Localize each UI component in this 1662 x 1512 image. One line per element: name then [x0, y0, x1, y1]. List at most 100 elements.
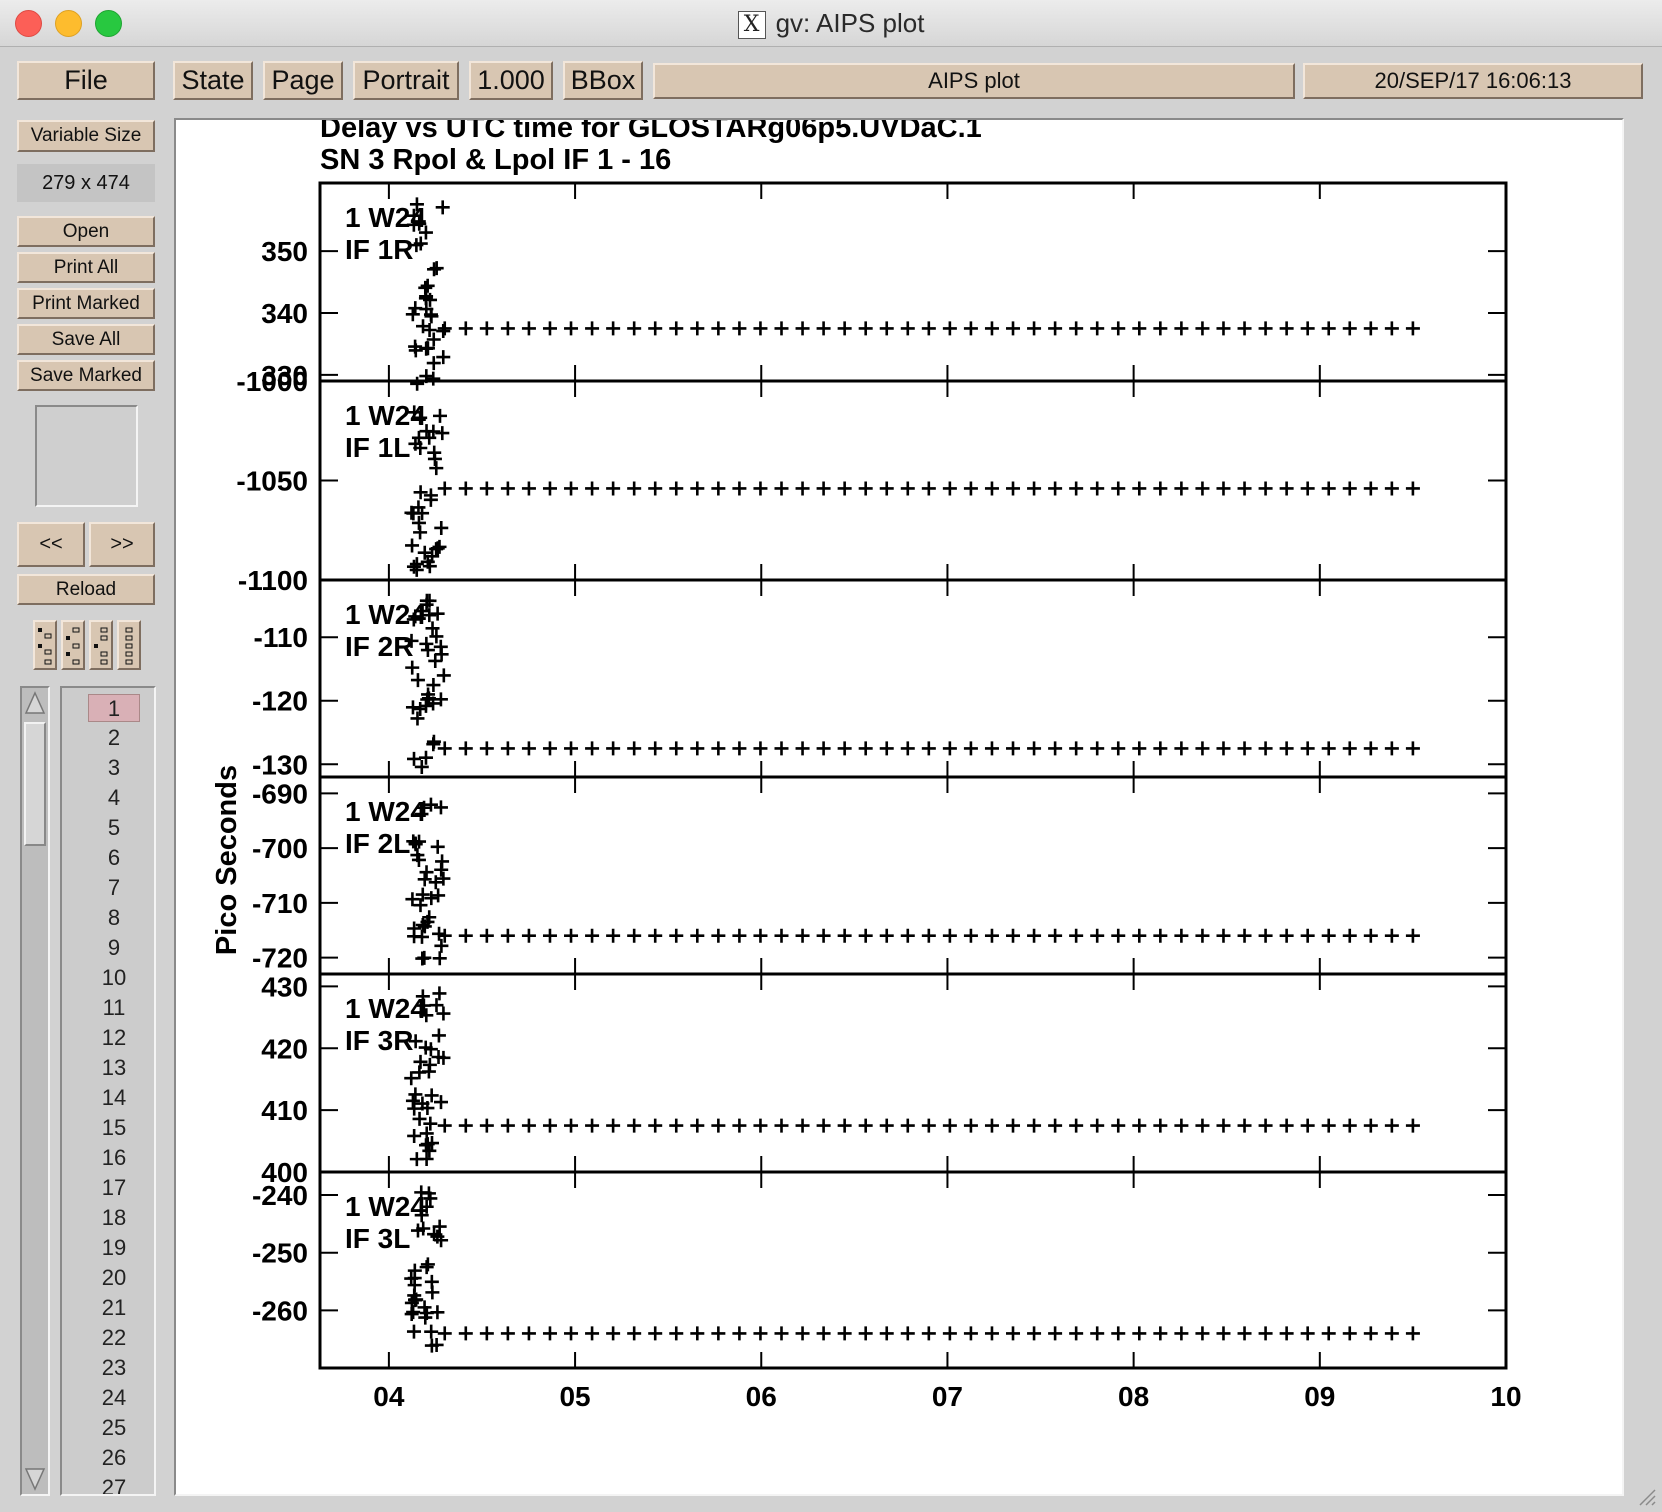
page-list-item[interactable]: 20	[88, 1264, 140, 1292]
unmark-all-pages-icon[interactable]	[117, 620, 141, 670]
data-point	[606, 928, 621, 943]
data-point	[479, 321, 494, 336]
data-point	[521, 481, 536, 496]
data-point	[921, 741, 936, 756]
data-point	[732, 741, 747, 756]
data-point	[837, 741, 852, 756]
file-menu-button[interactable]: File	[17, 61, 155, 100]
orientation-menu-button[interactable]: Portrait	[353, 61, 459, 100]
page-list-item[interactable]: 9	[88, 934, 140, 962]
data-point	[1258, 481, 1273, 496]
scroll-down-arrow-icon[interactable]	[24, 1466, 46, 1492]
reload-button[interactable]: Reload	[17, 574, 155, 605]
data-point	[732, 928, 747, 943]
x-tick-label: 10	[1490, 1381, 1521, 1412]
page-list-item[interactable]: 8	[88, 904, 140, 932]
page-list-item[interactable]: 14	[88, 1084, 140, 1112]
data-point	[426, 371, 441, 386]
data-point	[942, 741, 957, 756]
page-list-item[interactable]: 16	[88, 1144, 140, 1172]
data-point	[963, 321, 978, 336]
page-list-item[interactable]: 24	[88, 1384, 140, 1412]
page-list-item[interactable]: 22	[88, 1324, 140, 1352]
data-point	[1216, 928, 1231, 943]
magnification-menu-button[interactable]: 1.000	[469, 61, 553, 100]
data-point	[434, 938, 449, 953]
page-list-item[interactable]: 25	[88, 1414, 140, 1442]
data-point	[1132, 928, 1147, 943]
page-list-item[interactable]: 18	[88, 1204, 140, 1232]
data-point	[1216, 1118, 1231, 1133]
window-title: Xgv: AIPS plot	[0, 8, 1662, 40]
toggle-current-page-icon[interactable]	[89, 620, 113, 670]
data-point	[424, 1274, 439, 1289]
page-list-item[interactable]: 27	[88, 1474, 140, 1494]
data-point	[479, 1118, 494, 1133]
page-list-item[interactable]: 1	[88, 694, 140, 722]
page-list-scrollbar[interactable]	[20, 686, 50, 1496]
data-point	[1300, 321, 1315, 336]
page-list-item[interactable]: 10	[88, 964, 140, 992]
data-point	[1237, 1326, 1252, 1341]
data-point	[627, 928, 642, 943]
page-list-item[interactable]: 5	[88, 814, 140, 842]
page-list-item[interactable]: 6	[88, 844, 140, 872]
save-marked-button[interactable]: Save Marked	[17, 360, 155, 391]
page-list[interactable]: 1 2 3 4 5 6 7 8 9 10 11 12 13 14 15 16 17 18 19 20 21 22 23 24 2…	[60, 686, 156, 1496]
data-point	[408, 837, 423, 852]
page-thumbnail-panner[interactable]	[35, 405, 138, 507]
save-all-button[interactable]: Save All	[17, 324, 155, 355]
previous-page-button[interactable]: <<	[17, 522, 85, 567]
print-all-button[interactable]: Print All	[17, 252, 155, 283]
data-point	[1300, 741, 1315, 756]
data-point	[1132, 321, 1147, 336]
page-list-item[interactable]: 17	[88, 1174, 140, 1202]
page-list-item[interactable]: 13	[88, 1054, 140, 1082]
data-point	[458, 928, 473, 943]
page-list-item[interactable]: 23	[88, 1354, 140, 1382]
data-point	[1090, 1326, 1105, 1341]
page-list-item[interactable]: 21	[88, 1294, 140, 1322]
resize-grip-icon[interactable]	[1634, 1484, 1656, 1506]
data-point	[521, 1326, 536, 1341]
data-point	[648, 741, 663, 756]
next-page-button[interactable]: >>	[89, 522, 155, 567]
data-point	[1279, 481, 1294, 496]
mark-even-pages-icon[interactable]	[61, 620, 85, 670]
page-list-item[interactable]: 7	[88, 874, 140, 902]
page-list-item[interactable]: 19	[88, 1234, 140, 1262]
data-point	[1153, 481, 1168, 496]
page-list-item[interactable]: 2	[88, 724, 140, 752]
data-point	[795, 1326, 810, 1341]
data-point	[432, 951, 447, 966]
postscript-page-view[interactable]: Delay vs UTC time for GLOSTARg06p5.UVDaC…	[174, 118, 1624, 1496]
y-tick-label: -1000	[236, 366, 308, 397]
data-point	[1111, 481, 1126, 496]
data-point	[564, 1118, 579, 1133]
scroll-up-arrow-icon[interactable]	[24, 690, 46, 716]
data-point	[564, 928, 579, 943]
page-list-item[interactable]: 11	[88, 994, 140, 1022]
scrollbar-thumb[interactable]	[24, 722, 46, 846]
page-list-item[interactable]: 12	[88, 1024, 140, 1052]
variable-size-button[interactable]: Variable Size	[17, 120, 155, 152]
mark-odd-pages-icon[interactable]	[33, 620, 57, 670]
data-point	[1048, 928, 1063, 943]
data-point	[816, 481, 831, 496]
page-list-item[interactable]: 3	[88, 754, 140, 782]
print-marked-button[interactable]: Print Marked	[17, 288, 155, 319]
data-point	[420, 341, 435, 356]
page-list-item[interactable]: 4	[88, 784, 140, 812]
y-axis-label: Pico Seconds	[211, 765, 243, 955]
data-point	[627, 1326, 642, 1341]
panel-if-label: IF 2R	[345, 631, 413, 662]
data-point	[564, 321, 579, 336]
page-list-item[interactable]: 26	[88, 1444, 140, 1472]
page-list-item[interactable]: 15	[88, 1114, 140, 1142]
data-point	[1132, 1118, 1147, 1133]
bbox-menu-button[interactable]: BBox	[563, 61, 643, 100]
state-menu-button[interactable]: State	[173, 61, 253, 100]
data-point	[434, 520, 449, 535]
page-menu-button[interactable]: Page	[263, 61, 343, 100]
open-button[interactable]: Open	[17, 216, 155, 247]
